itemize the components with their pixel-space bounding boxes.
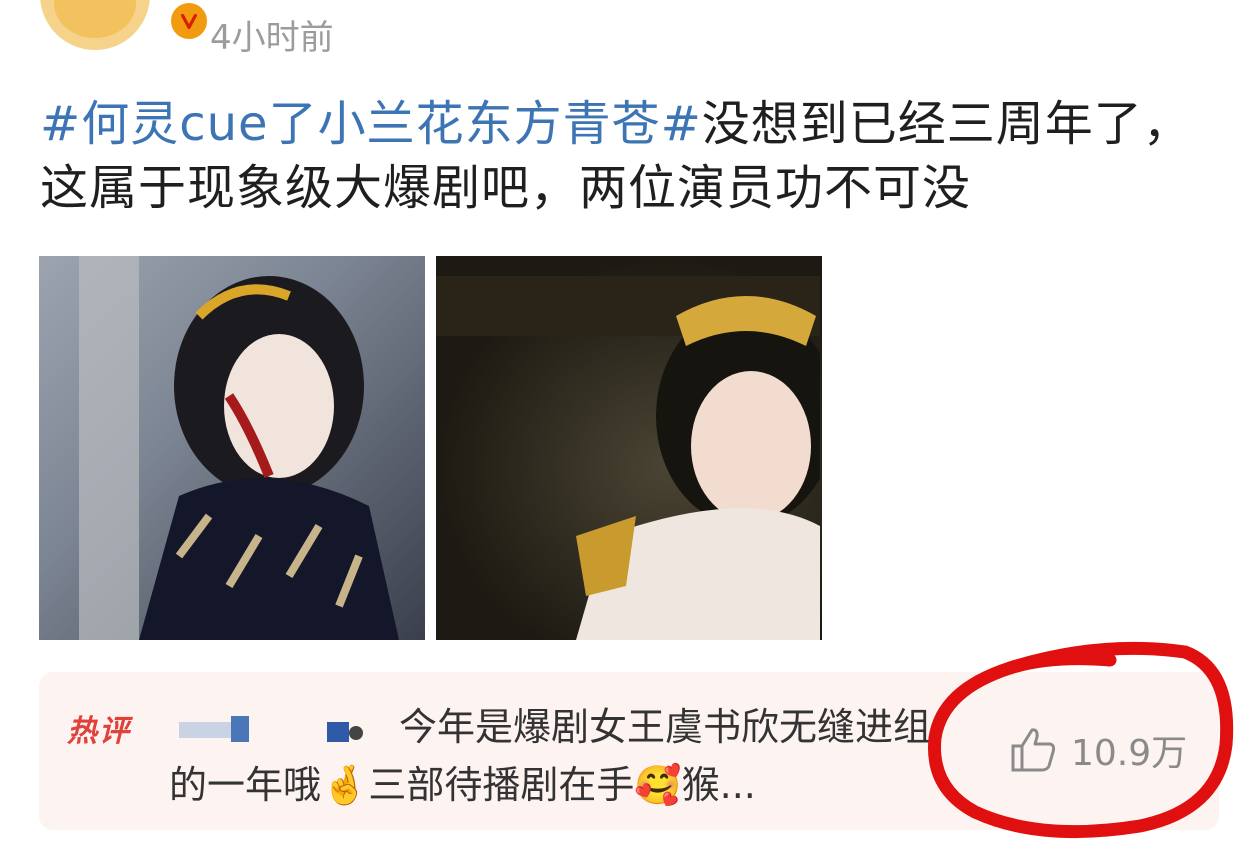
- author-avatar-area[interactable]: [40, 0, 210, 54]
- like-count: 10.9万: [1071, 733, 1188, 774]
- post-image-2[interactable]: [436, 256, 822, 640]
- verified-badge-icon: [168, 0, 210, 42]
- post-body: #何灵cue了小兰花东方青苍#没想到已经三周年了，这属于现象级大爆剧吧，两位演员…: [40, 92, 1220, 220]
- avatar[interactable]: [40, 0, 150, 50]
- post-timestamp: 4小时前: [210, 18, 334, 58]
- topic-link[interactable]: #何灵cue了小兰花东方青苍#: [40, 96, 702, 152]
- thumbs-up-icon: [1011, 728, 1056, 772]
- actor-photo-illustration: [79, 256, 399, 640]
- actress-photo-illustration: [436, 276, 822, 640]
- post-image-1[interactable]: [39, 256, 425, 640]
- like-button[interactable]: 10.9万: [1007, 724, 1187, 776]
- avatar-face: [54, 0, 136, 38]
- hot-comment-tag: 热评: [67, 714, 131, 749]
- hot-comment-card[interactable]: 热评 今年是爆剧女王虞书欣无缝进组的一年哦🤞三部待播剧在手🥰猴... 10.9万: [39, 672, 1219, 830]
- hot-comment-text-wrap: 今年是爆剧女王虞书欣无缝进组的一年哦🤞三部待播剧在手🥰猴...: [169, 698, 959, 814]
- hot-comment-text: 今年是爆剧女王虞书欣无缝进组的一年哦🤞三部待播剧在手🥰猴...: [169, 705, 932, 807]
